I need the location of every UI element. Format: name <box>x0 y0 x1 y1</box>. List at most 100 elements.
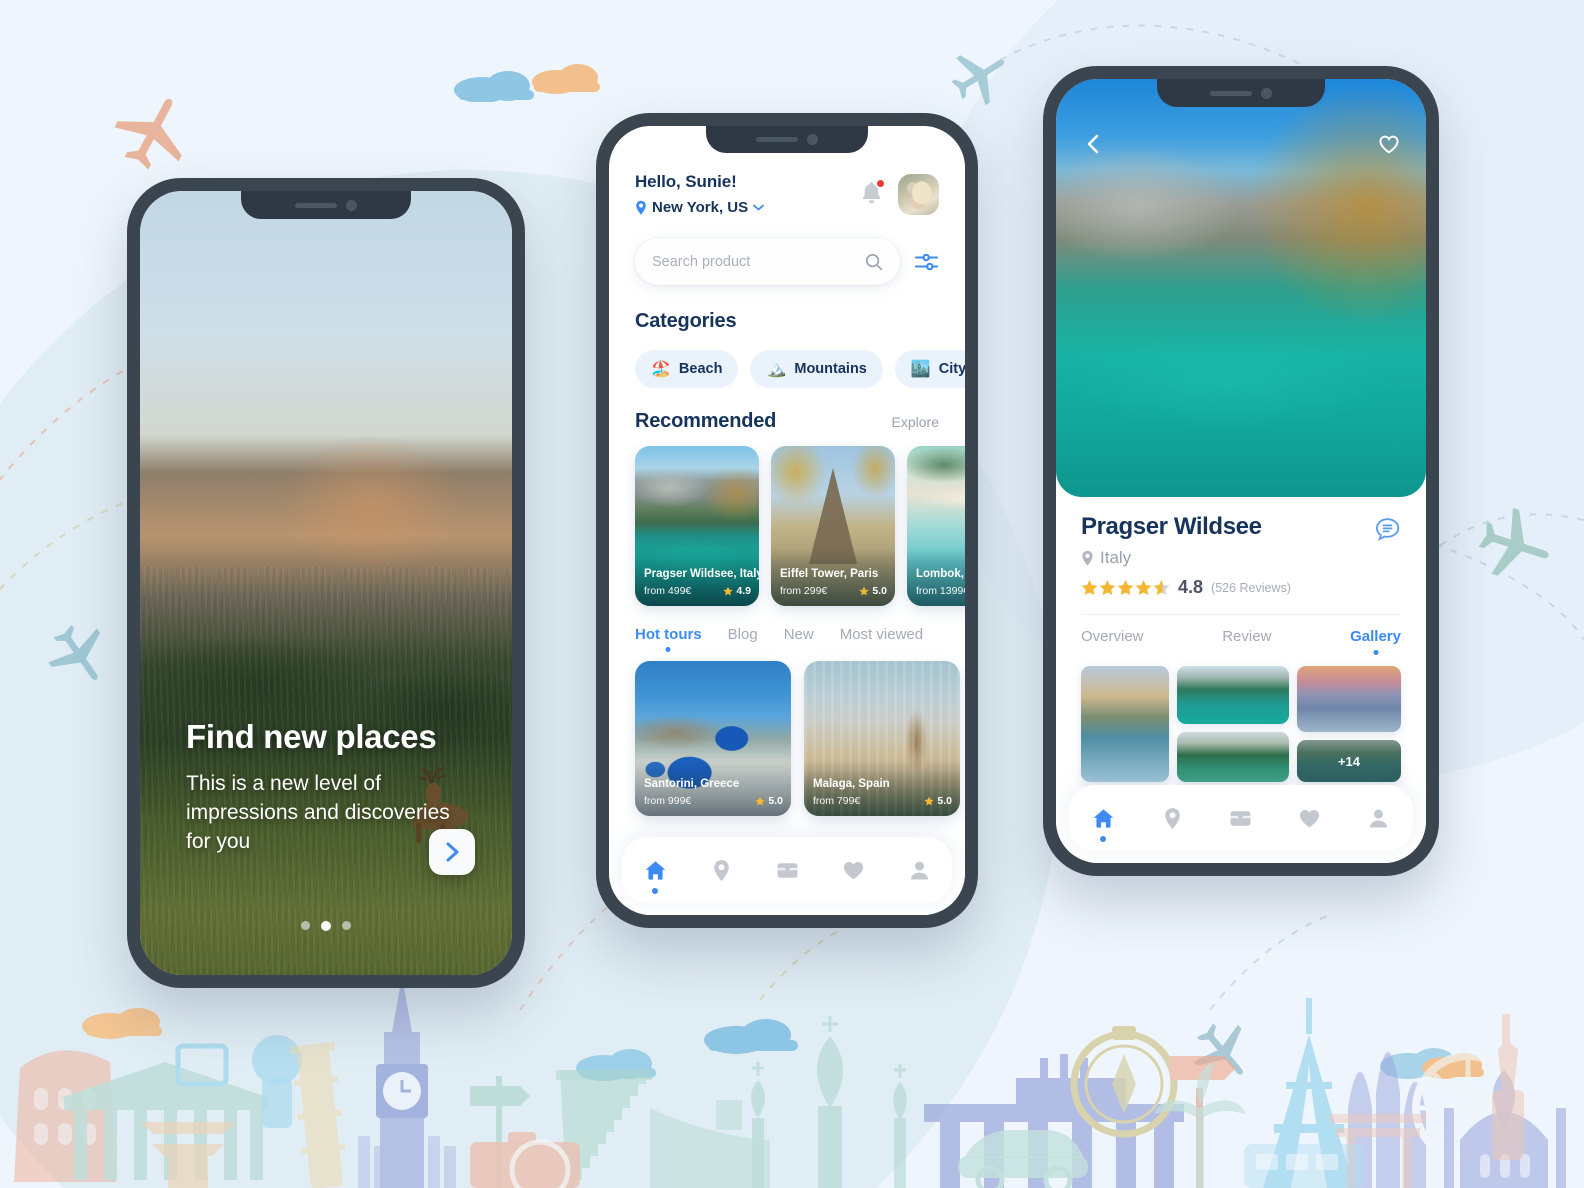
nav-item-favorites[interactable] <box>841 858 866 883</box>
star-half-icon <box>1153 580 1170 596</box>
recommended-card[interactable]: Pragser Wildsee, Italy from 499€ 4.9 <box>635 446 759 606</box>
card-meta: Pragser Wildsee, Italy from 499€ 4.9 <box>644 567 759 597</box>
tab-overview[interactable]: Overview <box>1081 628 1144 645</box>
plane-icon <box>48 624 100 680</box>
notifications-button[interactable] <box>860 177 886 210</box>
category-label: Mountains <box>794 361 867 377</box>
slide-dot[interactable] <box>342 921 351 930</box>
greeting-text: Hello, Sunie! <box>635 172 737 191</box>
phone-onboarding: Find new places This is a new level of i… <box>127 178 525 988</box>
nav-item-favorites[interactable] <box>1297 806 1322 831</box>
tab-new[interactable]: New <box>784 626 814 643</box>
recommended-card[interactable]: Eiffel Tower, Paris from 299€ 5.0 <box>771 446 895 606</box>
location-label: New York, US <box>652 199 749 216</box>
filter-sliders-icon[interactable] <box>914 251 939 273</box>
phone-notch <box>1157 79 1325 107</box>
category-chip-beach[interactable]: 🏖️ Beach <box>635 350 739 388</box>
hot-tours-list[interactable]: Santorini, Greece from 999€ 5.0 Malaga, … <box>635 661 960 816</box>
gallery-grid: +14 <box>1081 666 1401 782</box>
gallery-thumb[interactable] <box>1177 732 1289 782</box>
star-icon <box>1135 580 1152 596</box>
explore-link[interactable]: Explore <box>892 414 939 430</box>
star-icon <box>924 796 934 806</box>
nav-item-explore[interactable] <box>1160 806 1185 831</box>
star-icon <box>859 586 869 596</box>
card-title: Santorini, Greece <box>644 777 740 790</box>
notch-camera <box>1261 87 1272 99</box>
detail-header: Pragser Wildsee Italy <box>1081 513 1401 568</box>
star-icon <box>1099 580 1116 596</box>
favorite-button[interactable] <box>1372 127 1406 161</box>
notch-speaker <box>756 137 798 142</box>
star-icon <box>1117 580 1134 596</box>
card-rating-value: 5.0 <box>768 795 783 807</box>
recommended-header: Recommended Explore <box>635 410 939 433</box>
category-chip-mountains[interactable]: 🏔️ Mountains <box>750 350 883 388</box>
map-pin-icon <box>713 859 729 881</box>
gallery-thumb[interactable] <box>1081 666 1169 782</box>
category-chip-city[interactable]: 🏙️ City <box>894 350 965 388</box>
search-input[interactable]: Search product <box>635 238 900 285</box>
nav-item-profile[interactable] <box>1366 806 1391 831</box>
poster-canvas: Find new places This is a new level of i… <box>0 0 1584 1188</box>
avatar[interactable] <box>898 174 939 215</box>
card-rating-value: 5.0 <box>937 795 952 807</box>
card-rating: 5.0 <box>924 795 952 807</box>
card-meta: Lombok, Indo from 1399€ <box>916 568 965 597</box>
heart-icon <box>1300 809 1320 827</box>
gallery-thumb[interactable] <box>1177 666 1289 724</box>
category-chips: 🏖️ Beach 🏔️ Mountains 🏙️ City 🌲 Forest <box>635 350 965 388</box>
plane-icon <box>951 55 1005 106</box>
nav-item-inbox[interactable] <box>1228 806 1253 831</box>
card-price: from 499€ <box>644 585 692 597</box>
onboarding-screen: Find new places This is a new level of i… <box>140 191 512 975</box>
rating-value: 4.8 <box>1178 577 1204 597</box>
hot-tour-card[interactable]: Malaga, Spain from 799€ 5.0 <box>804 661 960 816</box>
home-screen: Hello, Sunie! New York, US Search produc… <box>609 126 965 915</box>
tab-most-viewed[interactable]: Most viewed <box>840 626 923 643</box>
cloud-icon <box>532 64 600 94</box>
gallery-thumb[interactable] <box>1297 666 1401 732</box>
home-icon <box>1093 808 1114 828</box>
tab-gallery[interactable]: Gallery <box>1350 628 1401 645</box>
notch-speaker <box>1210 90 1252 96</box>
tab-hot-tours[interactable]: Hot tours <box>635 626 702 643</box>
nav-item-explore[interactable] <box>709 858 734 883</box>
category-label: Beach <box>678 361 723 377</box>
home-header: Hello, Sunie! New York, US <box>635 172 939 216</box>
gallery-middle-column <box>1177 666 1289 782</box>
slide-dot[interactable] <box>301 921 310 930</box>
search-icon[interactable] <box>865 253 883 271</box>
detail-screen: Pragser Wildsee Italy 4.8 (526 Reviews) … <box>1056 79 1426 863</box>
next-slide-button[interactable] <box>429 829 475 875</box>
onboarding-title: Find new places <box>186 718 437 756</box>
card-rating-value: 4.9 <box>736 585 751 597</box>
nav-item-home[interactable] <box>643 858 668 894</box>
card-title: Lombok, Indo <box>916 567 965 580</box>
notch-speaker <box>295 202 337 208</box>
tab-blog[interactable]: Blog <box>728 626 758 643</box>
chat-bubble-icon[interactable] <box>1374 517 1401 543</box>
bottom-navigation <box>622 837 952 903</box>
gallery-thumb-more[interactable]: +14 <box>1297 740 1401 782</box>
recommended-card[interactable]: Lombok, Indo from 1399€ <box>907 446 965 606</box>
card-title: Pragser Wildsee, Italy <box>644 567 759 580</box>
slide-dots[interactable] <box>140 921 512 931</box>
hot-tour-card[interactable]: Santorini, Greece from 999€ 5.0 <box>635 661 791 816</box>
nav-item-inbox[interactable] <box>775 858 800 883</box>
nav-item-profile[interactable] <box>907 858 932 883</box>
back-button[interactable] <box>1076 127 1110 161</box>
location-selector[interactable]: New York, US <box>635 199 765 216</box>
home-content: Hello, Sunie! New York, US Search produc… <box>609 126 965 915</box>
slide-dot-active[interactable] <box>321 921 331 931</box>
card-rating-value: 5.0 <box>872 585 887 597</box>
card-price: from 299€ <box>780 585 828 597</box>
card-price: from 999€ <box>644 795 692 807</box>
categories-title: Categories <box>635 310 737 332</box>
tab-review[interactable]: Review <box>1222 628 1271 645</box>
card-title: Malaga, Spain <box>813 777 890 790</box>
nav-item-home[interactable] <box>1091 806 1116 842</box>
recommended-list[interactable]: Pragser Wildsee, Italy from 499€ 4.9 Eif… <box>635 446 965 606</box>
gallery-right-column: +14 <box>1297 666 1401 782</box>
heart-outline-icon <box>1379 135 1399 154</box>
